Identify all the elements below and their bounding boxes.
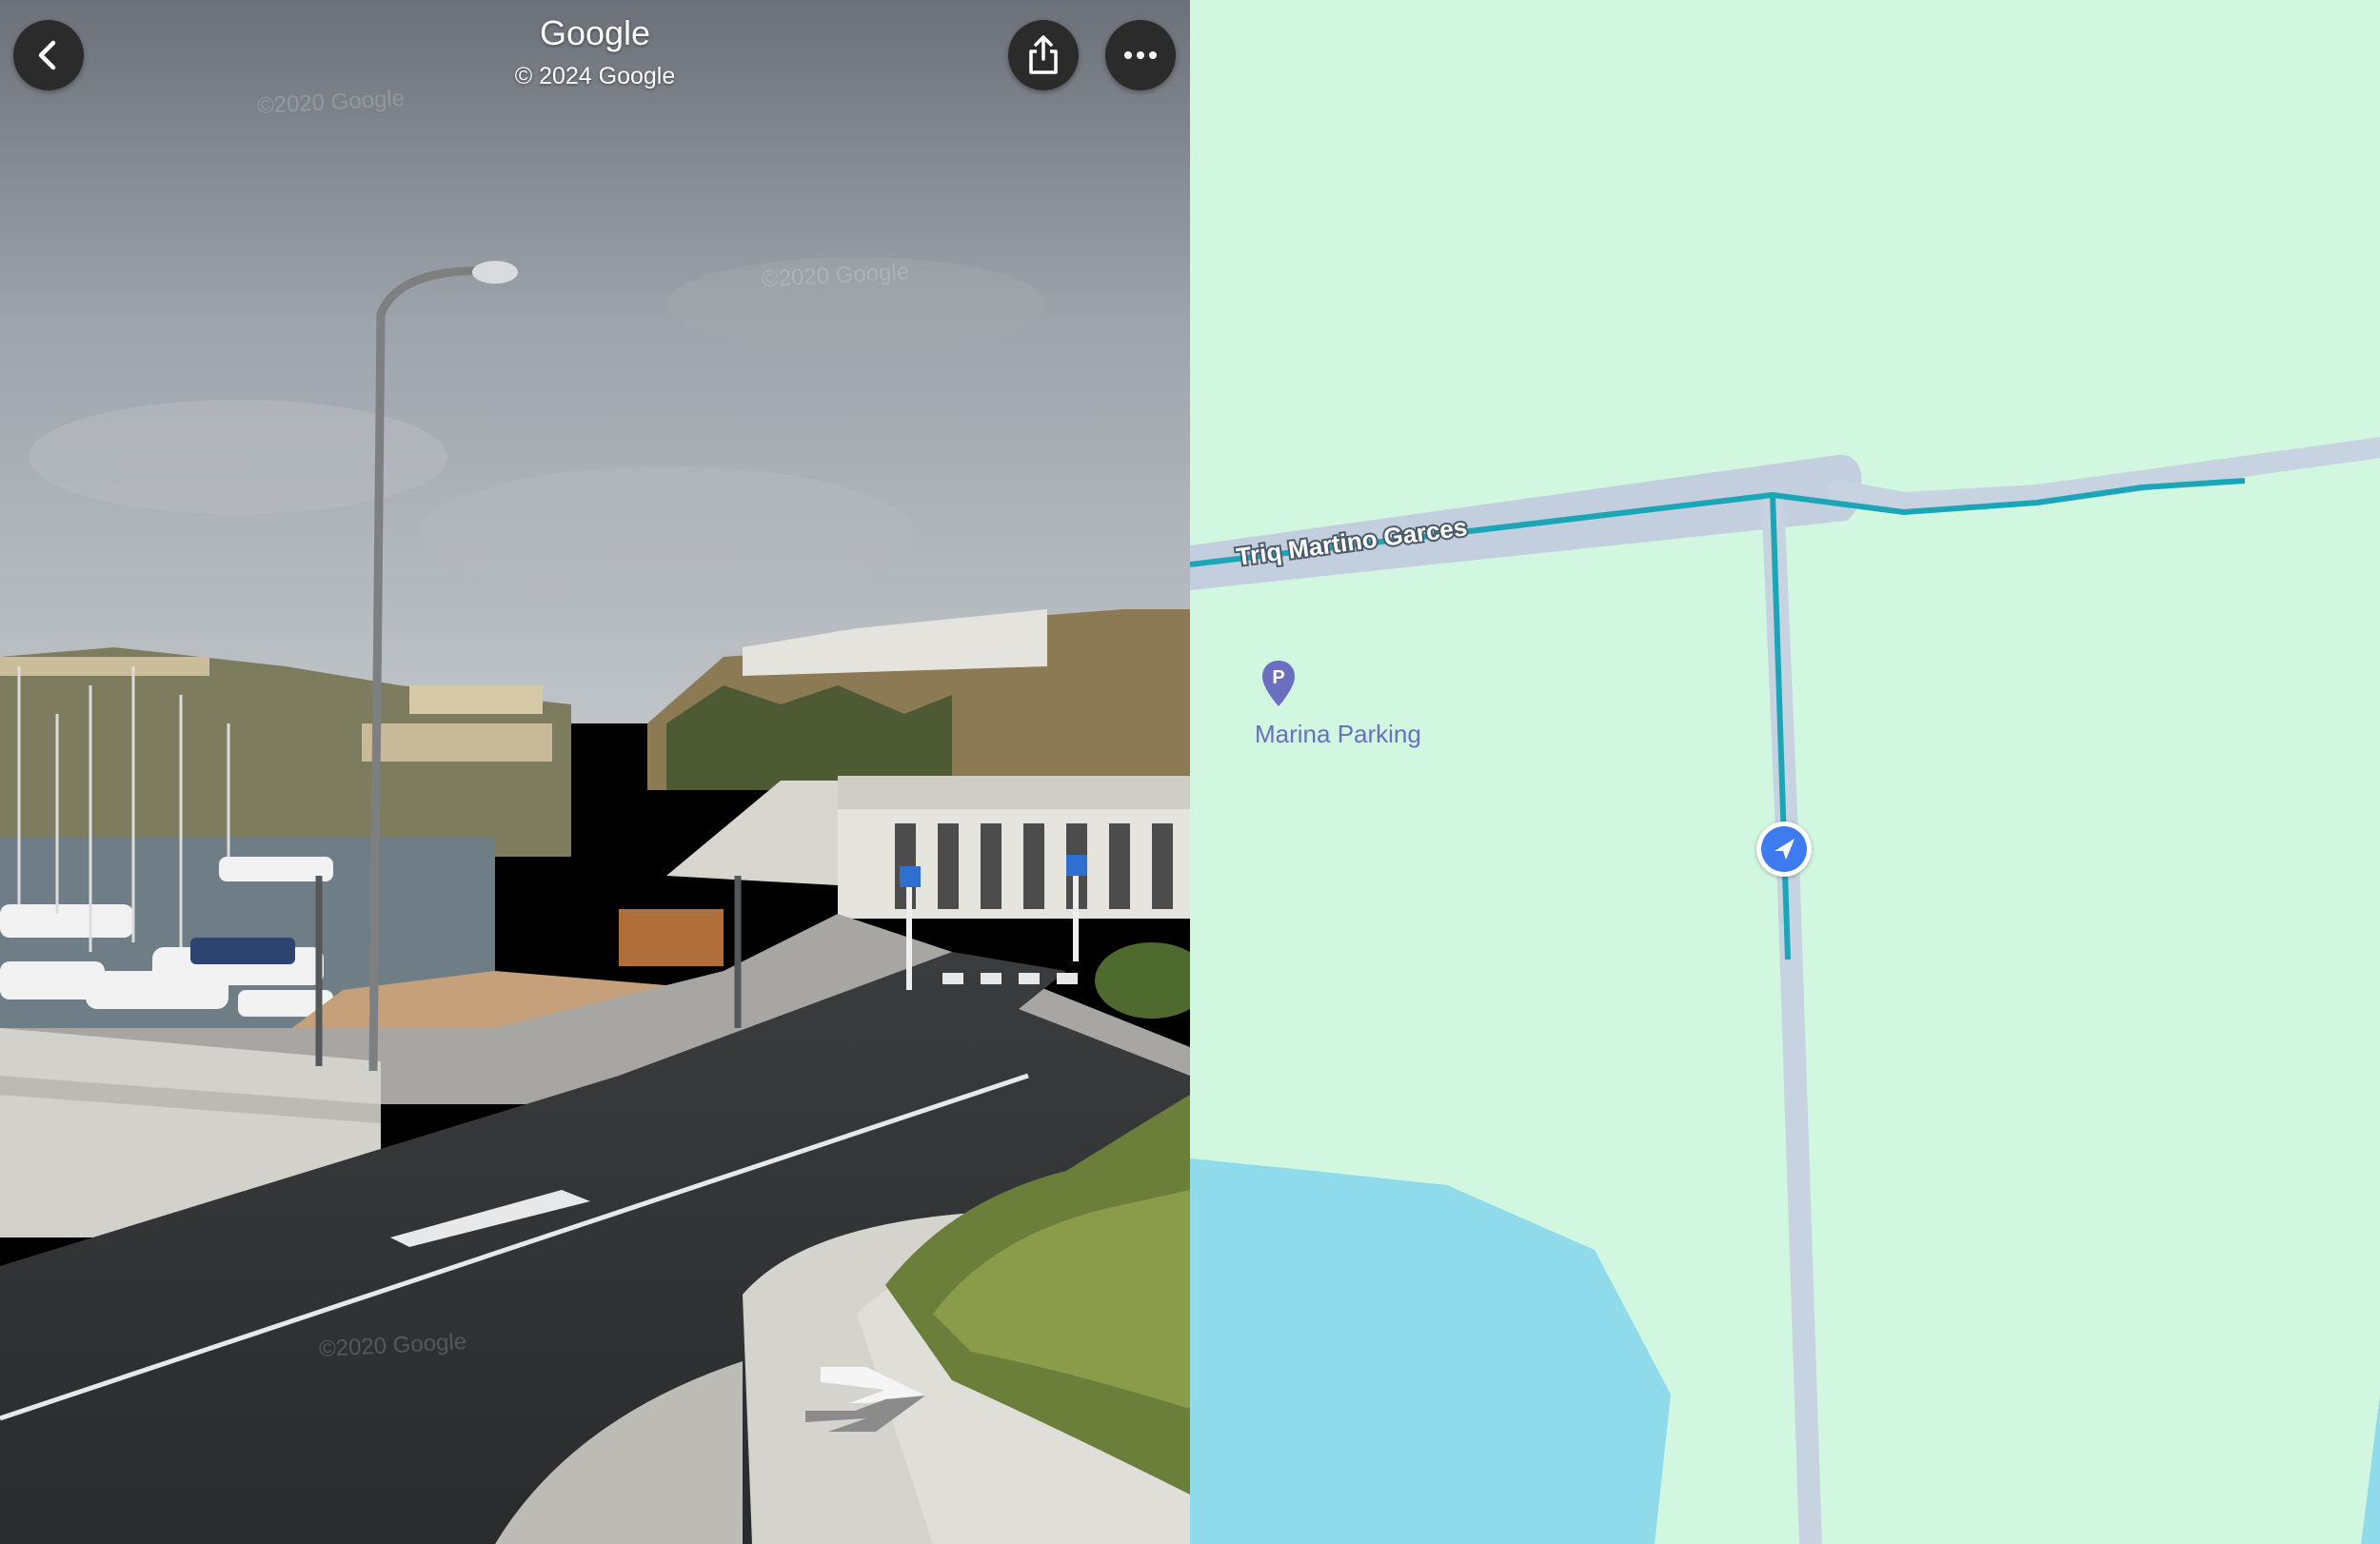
water-area — [1190, 1158, 1671, 1544]
share-icon — [1029, 35, 1058, 74]
map-panel[interactable]: Triq Martino Garces P Marina Parking — [1190, 0, 2380, 1544]
svg-text:P: P — [1272, 667, 1284, 688]
street-view-image[interactable] — [0, 0, 1190, 1544]
street-view-panel[interactable]: ©2020 Google ©2020 Google ©2020 Google G… — [0, 0, 1190, 1544]
map-canvas[interactable]: Triq Martino Garces — [1190, 0, 2380, 1544]
more-horizontal-icon — [1124, 51, 1157, 59]
chevron-left-icon — [38, 40, 56, 70]
poi-label-marina-parking[interactable]: Marina Parking — [1255, 720, 1421, 749]
forward-arrow-icon[interactable] — [800, 1361, 933, 1437]
back-button[interactable] — [13, 20, 84, 90]
current-location-marker[interactable] — [1756, 821, 1812, 877]
share-button[interactable] — [1008, 20, 1079, 90]
navigation-arrow-icon — [1775, 839, 1795, 860]
water-area — [2361, 1395, 2380, 1544]
parking-pin-icon[interactable]: P — [1260, 659, 1297, 708]
more-options-button[interactable] — [1105, 20, 1176, 90]
